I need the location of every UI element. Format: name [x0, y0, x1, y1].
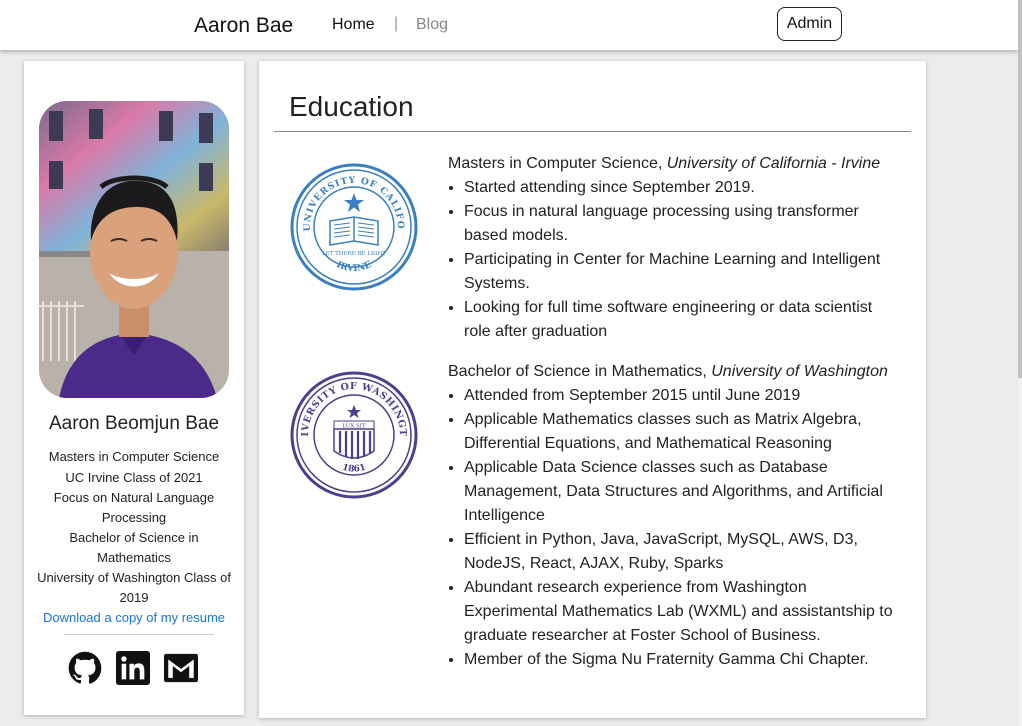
nav-blog-link[interactable]: Blog	[416, 16, 448, 34]
list-item: Focus in natural language processing usi…	[464, 200, 898, 248]
uw-seal-icon: UNIVERSITY OF WASHINGTON 1861 LUX SIT	[288, 369, 418, 499]
admin-button[interactable]: Admin	[777, 7, 842, 41]
profile-name: Aaron Beomjun Bae	[48, 413, 220, 434]
profile-line: Focus on Natural Language Processing	[53, 490, 215, 525]
education-card: Education THE UNIVERSITY OF CALIFORNIA I…	[259, 61, 926, 718]
school-name: University of Washington	[711, 363, 888, 380]
nav-separator: |	[394, 15, 399, 32]
profile-summary: Masters in Computer Science UC Irvine Cl…	[34, 447, 234, 608]
profile-photo	[39, 101, 229, 398]
profile-line: Masters in Computer Science	[48, 449, 220, 464]
social-links	[68, 651, 208, 685]
degree-name: Bachelor of Science in Mathematics,	[448, 363, 712, 380]
education-divider	[274, 131, 911, 132]
profile-card: Aaron Beomjun Bae Masters in Computer Sc…	[24, 61, 244, 715]
bullet-list: Started attending since September 2019. …	[448, 176, 898, 344]
list-item: Member of the Sigma Nu Fraternity Gamma …	[464, 648, 898, 672]
profile-line: University of Washington Class of 2019	[37, 570, 231, 605]
list-item: Abundant research experience from Washin…	[464, 576, 898, 648]
top-navbar: Aaron Bae Home | Blog Admin	[0, 0, 1018, 50]
svg-text:1861: 1861	[341, 463, 367, 475]
list-item: Efficient in Python, Java, JavaScript, M…	[464, 528, 898, 576]
degree-name: Masters in Computer Science,	[448, 155, 667, 172]
profile-line: UC Irvine Class of 2021	[65, 469, 203, 485]
education-entry-uw: Bachelor of Science in Mathematics, Univ…	[448, 360, 898, 672]
list-item: Attended from September 2015 until June …	[464, 384, 898, 408]
svg-text:IRVINE: IRVINE	[335, 260, 374, 274]
nav-home-link[interactable]: Home	[332, 16, 375, 34]
profile-line: Bachelor of Science in Mathematics	[69, 530, 199, 565]
degree-heading: Bachelor of Science in Mathematics, Univ…	[448, 360, 898, 384]
degree-heading: Masters in Computer Science, University …	[448, 152, 898, 176]
school-name: University of California - Irvine	[666, 155, 881, 172]
bullet-list: Attended from September 2015 until June …	[448, 384, 898, 672]
list-item: Participating in Center for Machine Lear…	[464, 248, 898, 296]
scrollbar-thumb[interactable]	[1018, 0, 1022, 378]
resume-download-link[interactable]: Download a copy of my resume	[24, 610, 244, 625]
brand-name[interactable]: Aaron Bae	[194, 14, 293, 38]
education-title: Education	[289, 91, 414, 122]
svg-text:LET THERE BE LIGHT: LET THERE BE LIGHT	[322, 251, 386, 257]
list-item: Applicable Mathematics classes such as M…	[464, 408, 898, 456]
uci-seal-icon: THE UNIVERSITY OF CALIFORNIA IRVINE LET …	[288, 161, 418, 291]
profile-divider	[64, 634, 214, 635]
list-item: Started attending since September 2019.	[464, 176, 898, 200]
gmail-icon[interactable]	[164, 651, 198, 685]
list-item: Looking for full time software engineeri…	[464, 296, 898, 344]
list-item: Applicable Data Science classes such as …	[464, 456, 898, 528]
github-icon[interactable]	[68, 651, 102, 685]
linkedin-icon[interactable]	[116, 651, 150, 685]
education-entry-uci: Masters in Computer Science, University …	[448, 152, 898, 344]
